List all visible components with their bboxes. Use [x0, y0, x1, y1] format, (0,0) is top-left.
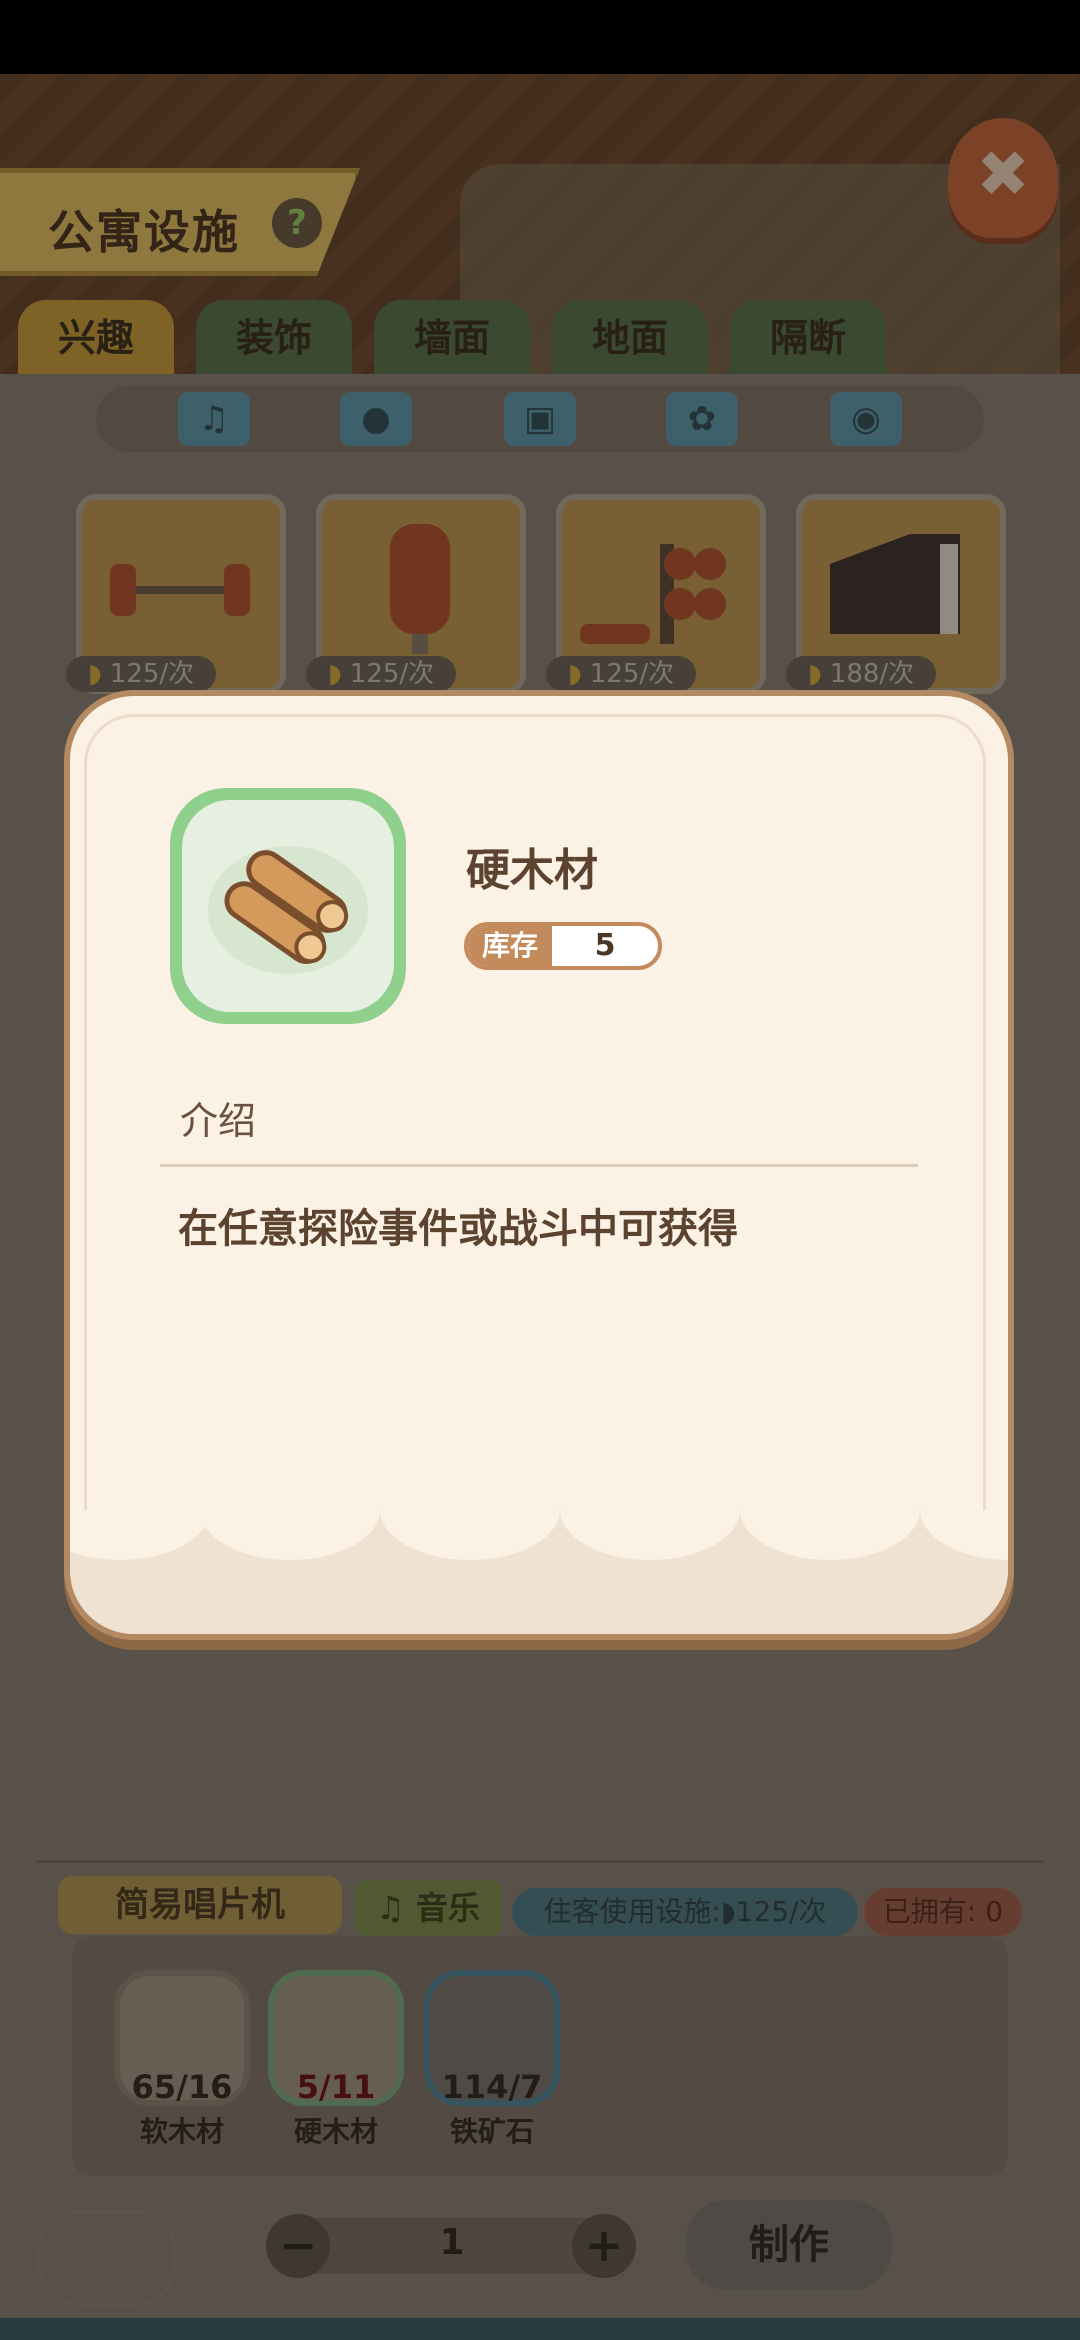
- item-icon-background: [182, 800, 394, 1012]
- stock-badge: 库存 5: [464, 922, 662, 970]
- intro-heading: 介绍: [180, 1099, 257, 1143]
- popup-bottom-decoration: [70, 1510, 1008, 1634]
- status-bar: [0, 0, 1080, 74]
- intro-description: 在任意探险事件或战斗中可获得: [178, 1206, 738, 1252]
- item-name: 硬木材: [466, 845, 598, 896]
- stock-label: 库存: [468, 926, 552, 966]
- stock-value: 5: [594, 928, 616, 963]
- hardwood-log-icon: [208, 846, 368, 974]
- intro-divider: [160, 1164, 918, 1167]
